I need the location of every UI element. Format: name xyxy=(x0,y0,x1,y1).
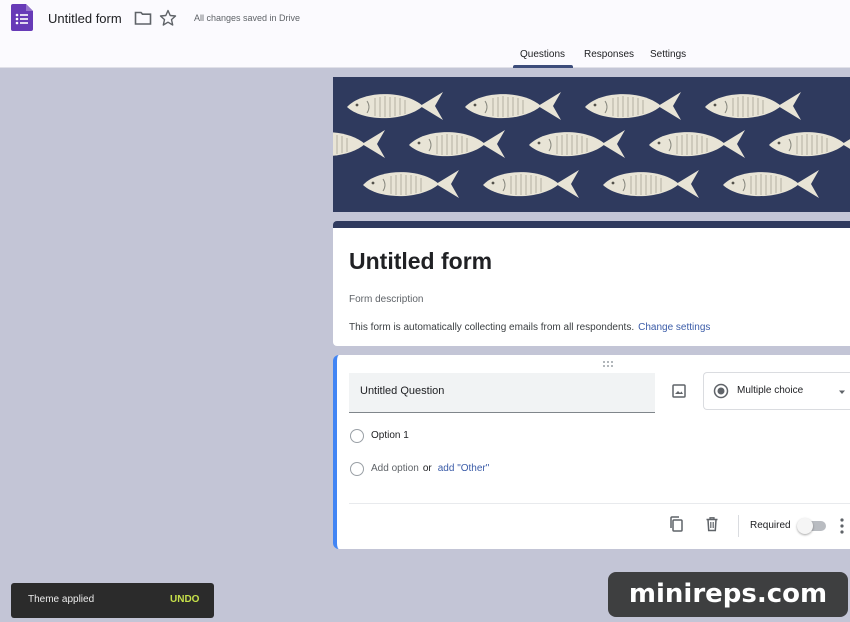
email-collection-notice: This form is automatically collecting em… xyxy=(349,322,710,333)
top-bar: Untitled form All changes saved in Drive… xyxy=(0,0,850,68)
question-type-dropdown[interactable]: Multiple choice xyxy=(703,372,850,410)
tab-responses[interactable]: Responses xyxy=(584,49,634,60)
form-title-card: Untitled form Form description This form… xyxy=(333,221,850,346)
email-notice-text: This form is automatically collecting em… xyxy=(349,322,635,333)
or-text: or xyxy=(422,463,432,474)
active-tab-indicator xyxy=(513,65,573,68)
more-vert-icon[interactable] xyxy=(839,517,845,535)
question-card[interactable]: Untitled Question Multiple choice Option… xyxy=(333,355,850,549)
trash-icon[interactable] xyxy=(704,516,720,532)
tab-questions[interactable]: Questions xyxy=(520,49,565,60)
question-footer-divider xyxy=(349,503,850,504)
add-option-radio xyxy=(350,462,364,476)
fish-pattern xyxy=(333,91,850,199)
option-1-text[interactable]: Option 1 xyxy=(371,430,409,441)
star-icon[interactable] xyxy=(159,9,177,27)
option-1-radio[interactable] xyxy=(350,429,364,443)
form-description-field[interactable]: Form description xyxy=(349,294,423,305)
required-label: Required xyxy=(750,520,791,531)
document-title[interactable]: Untitled form xyxy=(48,11,122,26)
snackbar: Theme applied UNDO xyxy=(11,583,214,618)
add-other-link[interactable]: add "Other" xyxy=(438,463,490,474)
footer-separator xyxy=(738,515,739,537)
change-settings-link[interactable]: Change settings xyxy=(638,322,710,333)
watermark: minireps.com xyxy=(608,572,848,617)
theme-header-image xyxy=(333,77,850,212)
form-title[interactable]: Untitled form xyxy=(349,248,492,275)
drag-handle-icon[interactable] xyxy=(601,360,615,368)
caret-down-icon xyxy=(839,390,845,394)
copy-icon[interactable] xyxy=(668,516,684,532)
tab-settings[interactable]: Settings xyxy=(650,49,686,60)
question-type-label: Multiple choice xyxy=(737,385,804,396)
radio-button-checked-icon xyxy=(713,383,729,399)
google-forms-icon[interactable] xyxy=(11,4,33,31)
add-option-button[interactable]: Add option xyxy=(371,463,419,474)
folder-icon[interactable] xyxy=(134,10,152,26)
question-title-input[interactable]: Untitled Question xyxy=(349,373,655,413)
undo-button[interactable]: UNDO xyxy=(170,594,199,605)
image-icon[interactable] xyxy=(669,381,689,401)
required-toggle-knob[interactable] xyxy=(797,518,813,534)
add-option-row: Add option or add "Other" xyxy=(371,463,489,474)
snackbar-message: Theme applied xyxy=(28,594,95,605)
save-status: All changes saved in Drive xyxy=(194,13,301,23)
